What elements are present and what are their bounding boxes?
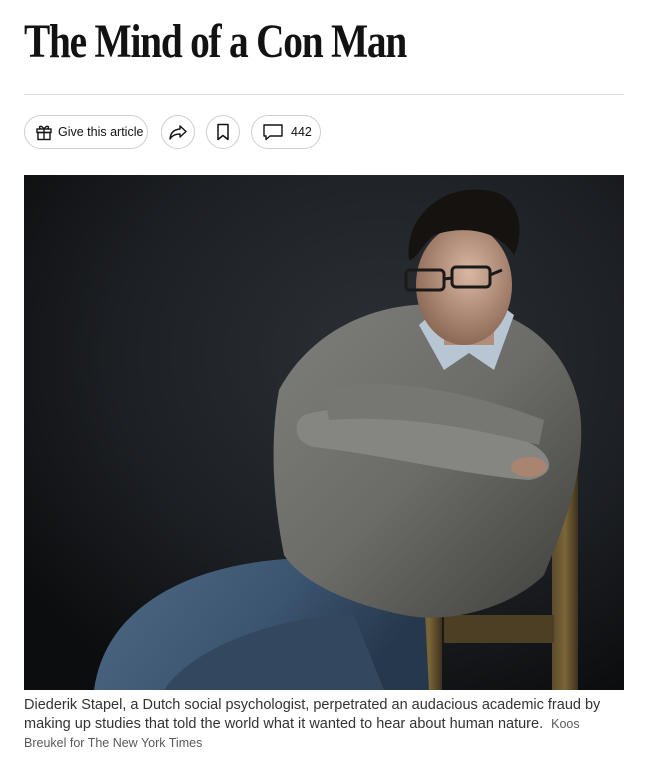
gift-icon <box>35 123 53 141</box>
comment-count: 442 <box>291 125 312 139</box>
share-arrow-icon <box>168 123 188 141</box>
comment-bubble-icon <box>262 123 284 141</box>
caption-text: Diederik Stapel, a Dutch social psycholo… <box>24 697 601 732</box>
share-button[interactable] <box>161 115 195 149</box>
article-title: The Mind of a Con Man <box>24 15 407 68</box>
give-article-label: Give this article <box>58 125 144 139</box>
give-article-button[interactable]: Give this article <box>24 115 148 149</box>
header-divider <box>24 94 624 95</box>
comments-button[interactable]: 442 <box>251 115 321 149</box>
article-toolbar: Give this article 442 <box>24 115 321 149</box>
save-button[interactable] <box>206 115 240 149</box>
photo-caption: Diederik Stapel, a Dutch social psycholo… <box>24 696 624 753</box>
article-photo <box>24 175 624 690</box>
bookmark-icon <box>216 123 230 141</box>
